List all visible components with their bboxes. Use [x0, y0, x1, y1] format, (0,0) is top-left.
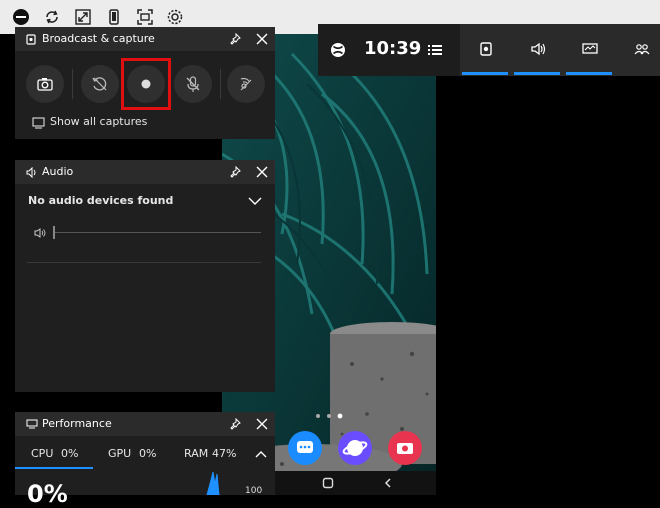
settings-icon[interactable] — [166, 8, 184, 26]
widget-tabs — [460, 24, 660, 76]
record-last-icon — [92, 77, 107, 91]
back-button-icon[interactable] — [382, 477, 394, 489]
xbox-icon[interactable] — [330, 42, 346, 58]
audio-separator — [27, 262, 261, 263]
cpu-usage-graph — [206, 471, 220, 495]
ram-tab[interactable]: RAM 47% — [175, 442, 251, 468]
audio-tab-underline — [514, 72, 560, 75]
ram-value: 47% — [212, 447, 237, 460]
capture-widget-icon — [26, 34, 36, 45]
cpu-tab[interactable]: CPU 0% — [15, 442, 93, 469]
performance-title: Performance — [42, 417, 112, 430]
cpu-label: CPU — [31, 447, 54, 460]
gpu-tab[interactable]: GPU 0% — [95, 442, 173, 468]
resize-icon[interactable] — [74, 8, 92, 26]
performance-tab-underline — [566, 72, 612, 75]
widget-menu-icon[interactable] — [428, 44, 442, 56]
audio-widget: Audio No audio devices found — [15, 160, 275, 392]
broadcast-icon — [240, 77, 252, 91]
broadcast-capture-header: Broadcast & capture — [15, 27, 275, 51]
show-all-captures-label: Show all captures — [50, 115, 148, 128]
audio-header: Audio — [15, 160, 275, 184]
cpu-big-value: 0% — [27, 480, 68, 508]
device-icon[interactable] — [105, 8, 123, 26]
button-divider-2 — [220, 69, 221, 99]
gpu-label: GPU — [108, 447, 132, 460]
button-divider — [72, 69, 73, 99]
camera-icon — [37, 78, 53, 91]
performance-header: Performance — [15, 412, 275, 436]
sync-icon[interactable] — [43, 8, 61, 26]
start-recording-button[interactable] — [127, 65, 165, 103]
gpu-value: 0% — [139, 447, 157, 460]
internet-app-icon[interactable] — [338, 431, 372, 465]
no-audio-devices-text: No audio devices found — [28, 194, 174, 207]
volume-slider-thumb[interactable] — [53, 226, 55, 239]
microphone-off-icon — [186, 76, 200, 92]
cpu-tab-underline — [15, 467, 93, 469]
audio-device-dropdown[interactable]: No audio devices found — [15, 190, 275, 214]
screenshot-button[interactable] — [26, 65, 64, 103]
pin-icon[interactable] — [229, 166, 241, 178]
broadcast-button[interactable] — [227, 65, 265, 103]
social-tab-icon[interactable] — [634, 42, 650, 56]
audio-title: Audio — [42, 165, 74, 178]
monitor-icon — [26, 419, 38, 429]
speaker-icon — [26, 167, 36, 178]
performance-widget: Performance CPU 0% GPU 0% RAM 47% 0% 100 — [15, 412, 275, 508]
ram-label: RAM — [184, 447, 209, 460]
record-icon — [141, 79, 151, 89]
close-icon[interactable] — [256, 166, 268, 178]
clock: 10:39 — [364, 38, 422, 59]
home-button-icon[interactable] — [322, 477, 334, 489]
gallery-icon — [32, 117, 45, 129]
chevron-down-icon — [248, 197, 262, 205]
audio-tab-icon[interactable] — [530, 42, 546, 56]
chevron-up-icon[interactable] — [255, 450, 267, 458]
pin-icon[interactable] — [229, 33, 241, 45]
volume-slider[interactable] — [53, 226, 261, 239]
broadcast-capture-widget: Broadcast & capture Show all captures — [15, 27, 275, 139]
pin-icon[interactable] — [229, 418, 241, 430]
cpu-value: 0% — [61, 447, 79, 460]
microphone-toggle-button[interactable] — [174, 65, 212, 103]
record-last-button[interactable] — [81, 65, 119, 103]
messages-app-icon[interactable] — [288, 431, 322, 465]
minus-icon[interactable] — [12, 8, 30, 26]
volume-icon — [34, 228, 46, 238]
capture-tab-underline — [462, 72, 508, 75]
game-bar: 10:39 — [318, 24, 660, 76]
broadcast-capture-title: Broadcast & capture — [42, 32, 155, 45]
close-icon[interactable] — [256, 33, 268, 45]
screenshot-icon[interactable] — [136, 8, 154, 26]
performance-tab-icon[interactable] — [582, 42, 598, 56]
close-icon[interactable] — [256, 418, 268, 430]
camera-app-icon[interactable] — [388, 431, 422, 465]
capture-tab-icon[interactable] — [479, 42, 493, 56]
